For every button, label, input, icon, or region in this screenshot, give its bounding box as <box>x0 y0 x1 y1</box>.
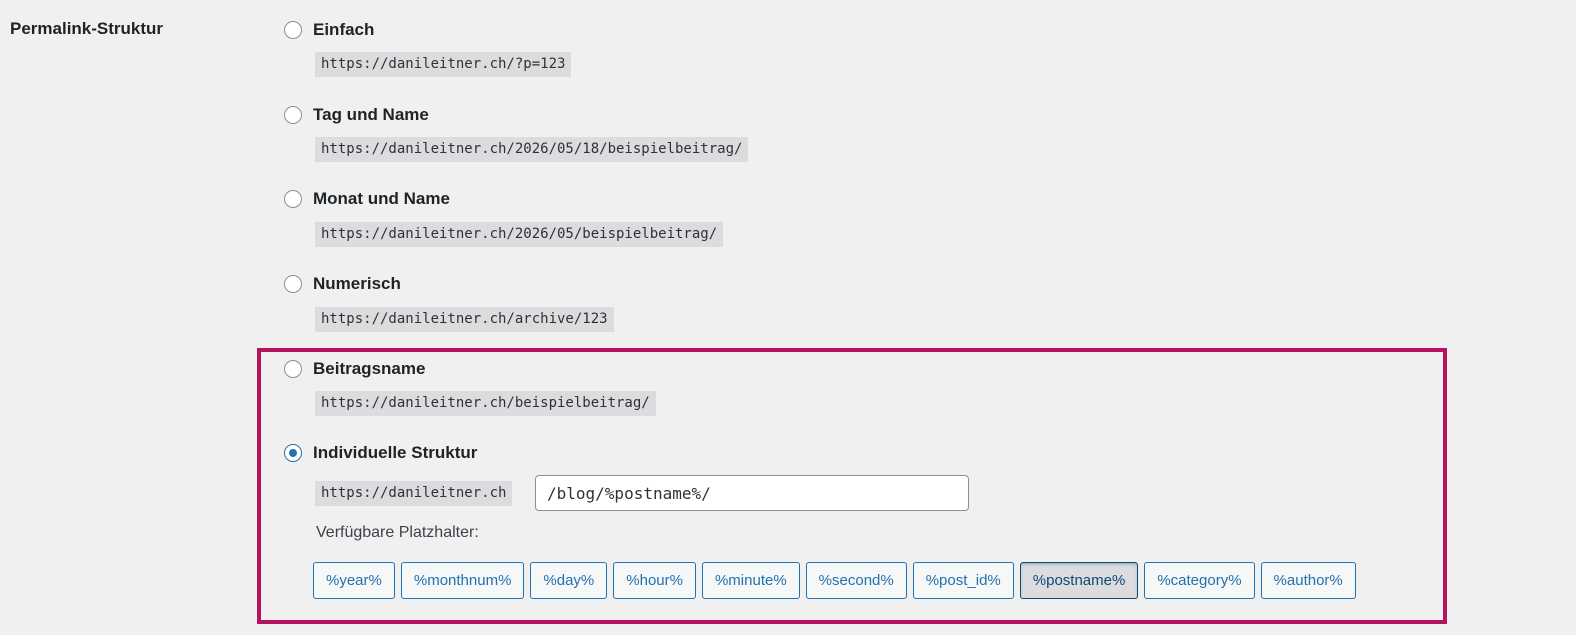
available-tags: %year% %monthnum% %day% %hour% %minute% … <box>313 562 1362 599</box>
option-einfach[interactable]: Einfach <box>284 20 374 40</box>
radio-monat-und-name[interactable] <box>284 190 302 208</box>
option-tag-und-name[interactable]: Tag und Name <box>284 105 429 125</box>
example-url-tag-und-name: https://danileitner.ch/2026/05/18/beispi… <box>315 137 749 162</box>
option-individuelle-struktur[interactable]: Individuelle Struktur <box>284 443 477 463</box>
available-tags-label: Verfügbare Platzhalter: <box>316 524 479 541</box>
tag-post-id-button[interactable]: %post_id% <box>912 562 1014 599</box>
example-url-numerisch: https://danileitner.ch/archive/123 <box>315 307 614 332</box>
example-url-beitragsname: https://danileitner.ch/beispielbeitrag/ <box>315 391 656 416</box>
option-label-tag-und-name[interactable]: Tag und Name <box>313 105 429 125</box>
tag-category-button[interactable]: %category% <box>1144 562 1255 599</box>
tag-second-button[interactable]: %second% <box>805 562 907 599</box>
option-label-individuelle-struktur[interactable]: Individuelle Struktur <box>313 443 477 463</box>
option-label-einfach[interactable]: Einfach <box>313 20 374 40</box>
custom-structure-input[interactable] <box>535 475 969 511</box>
option-label-monat-und-name[interactable]: Monat und Name <box>313 189 450 209</box>
option-numerisch[interactable]: Numerisch <box>284 274 401 294</box>
tag-year-button[interactable]: %year% <box>313 562 395 599</box>
radio-beitragsname[interactable] <box>284 360 302 378</box>
tag-author-button[interactable]: %author% <box>1260 562 1356 599</box>
radio-einfach[interactable] <box>284 21 302 39</box>
tag-hour-button[interactable]: %hour% <box>613 562 696 599</box>
tag-day-button[interactable]: %day% <box>530 562 608 599</box>
tag-minute-button[interactable]: %minute% <box>701 562 800 599</box>
radio-numerisch[interactable] <box>284 275 302 293</box>
example-url-einfach: https://danileitner.ch/?p=123 <box>315 52 572 77</box>
tag-monthnum-button[interactable]: %monthnum% <box>400 562 525 599</box>
example-url-monat-und-name: https://danileitner.ch/2026/05/beispielb… <box>315 222 724 247</box>
radio-individuelle-struktur[interactable] <box>284 444 302 462</box>
section-label: Permalink-Struktur <box>10 19 164 38</box>
option-label-numerisch[interactable]: Numerisch <box>313 274 401 294</box>
tag-postname-button[interactable]: %postname% <box>1019 562 1139 599</box>
option-label-beitragsname[interactable]: Beitragsname <box>313 359 425 379</box>
custom-base-url: https://danileitner.ch <box>315 481 513 506</box>
option-monat-und-name[interactable]: Monat und Name <box>284 189 450 209</box>
radio-tag-und-name[interactable] <box>284 106 302 124</box>
option-beitragsname[interactable]: Beitragsname <box>284 359 425 379</box>
